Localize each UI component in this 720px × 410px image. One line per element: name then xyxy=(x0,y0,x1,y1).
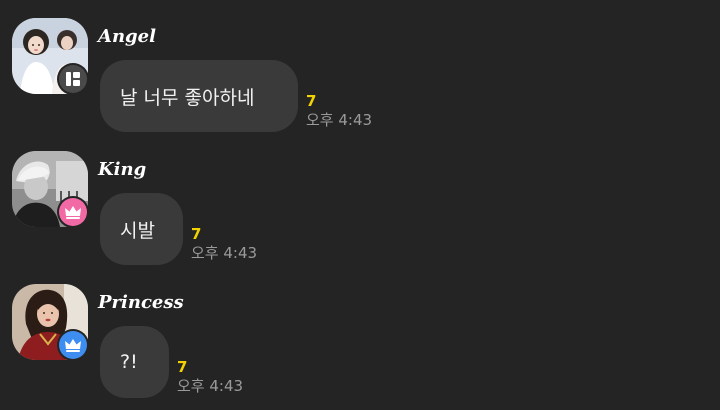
crown-icon xyxy=(59,198,87,226)
timestamp: 오후 4:43 xyxy=(306,111,373,129)
timestamp: 오후 4:43 xyxy=(177,377,244,395)
sender-name: Angel xyxy=(98,26,156,47)
message-meta: 7 오후 4:43 xyxy=(177,358,243,396)
message-bubble[interactable]: 날 너무 좋아하네 xyxy=(100,60,298,132)
unread-count: 7 xyxy=(306,92,317,110)
message-bubble[interactable]: 시발 xyxy=(100,193,183,265)
grid-icon xyxy=(59,65,87,93)
unread-count: 7 xyxy=(177,358,188,376)
unread-count: 7 xyxy=(191,225,202,243)
message-text: 날 너무 좋아하네 xyxy=(120,86,255,109)
message-meta: 7 오후 4:43 xyxy=(191,225,257,263)
chat-room: Angel 날 너무 좋아하네 7 오후 4:43 King 시발 7 오후 4… xyxy=(0,0,720,410)
message-meta: 7 오후 4:43 xyxy=(306,92,372,130)
sender-name: Princess xyxy=(98,292,184,313)
message-bubble[interactable]: ?! xyxy=(100,326,169,398)
timestamp: 오후 4:43 xyxy=(191,244,258,262)
message-text: ?! xyxy=(120,351,138,373)
message-text: 시발 xyxy=(120,219,155,242)
sender-name: King xyxy=(98,159,147,180)
crown-icon xyxy=(59,331,87,359)
